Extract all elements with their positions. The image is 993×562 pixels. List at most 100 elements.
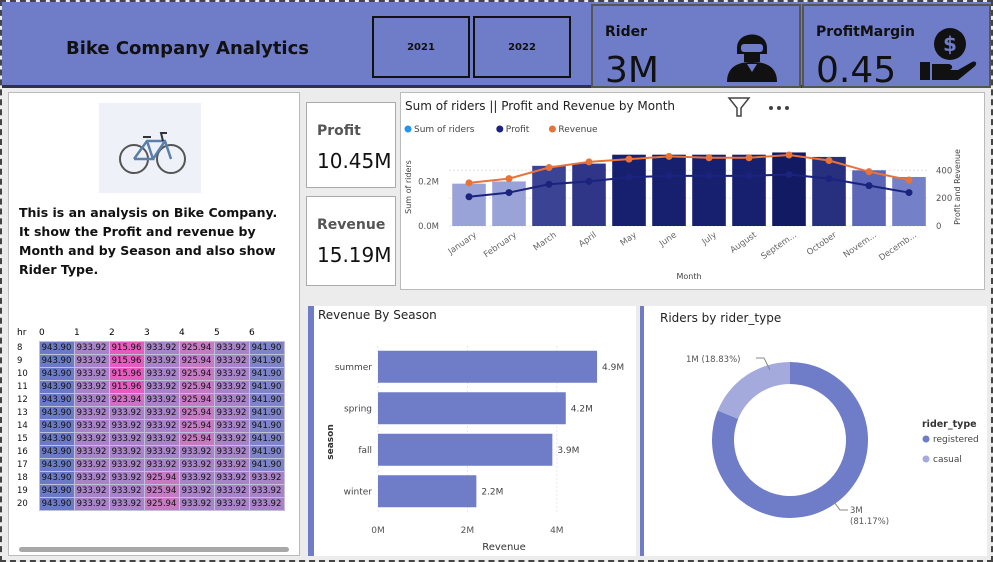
heatmap-cell: 933.92: [178, 483, 215, 498]
profit-point: [585, 177, 593, 185]
heatmap-cell: 915.96: [108, 353, 145, 368]
x-tick-label: Decemb...: [877, 230, 918, 263]
profit-label: Profit: [317, 123, 361, 139]
heatmap-cell: 933.92: [73, 496, 110, 511]
x-tick-label: August: [729, 230, 760, 256]
heatmap-cell: 941.90: [248, 353, 285, 368]
profit-point: [625, 173, 633, 181]
donut-chart-title: Riders by rider_type: [660, 311, 781, 325]
heatmap-cell: 933.92: [73, 444, 110, 459]
heatmap-row: 12 943.90 933.92 923.94 933.92 925.94 933.92 94…: [17, 392, 285, 407]
season-bar-chart: Revenue By Season season 0M 2M 4M Revenue summ…: [318, 308, 624, 553]
heatmap-cell: 933.92: [143, 431, 180, 446]
heatmap-cell: 933.92: [108, 444, 145, 459]
x-tick-label: March: [532, 230, 559, 253]
heatmap-cell: 933.92: [178, 457, 215, 472]
heatmap-cell: 933.92: [213, 470, 250, 485]
heatmap-row: 18 943.90 933.92 933.92 925.94 933.92 933.92 93…: [17, 470, 285, 485]
heatmap-cell: 933.92: [108, 496, 145, 511]
profit-point: [665, 172, 673, 180]
heatmap-cell: 933.92: [108, 405, 145, 420]
more-options-dot: [777, 106, 781, 110]
heatmap-cell: 943.90: [38, 496, 75, 511]
riders-bar: [492, 181, 526, 226]
data-label: 4.9M: [602, 363, 624, 373]
heatmap-cell: 943.90: [38, 366, 75, 381]
heatmap-cell: 943.90: [38, 379, 75, 394]
report-title: Bike Company Analytics: [66, 38, 309, 59]
heatmap-row: 10 943.90 933.92 915.96 933.92 925.94 933.92 94…: [17, 366, 285, 381]
revenue-value: 15.19M: [317, 243, 392, 267]
heatmap-col-header: 3: [144, 327, 150, 338]
profit-point: [865, 182, 873, 190]
filter-icon[interactable]: [727, 97, 751, 117]
rider-label: Rider: [605, 24, 647, 40]
svg-text:$: $: [943, 32, 957, 56]
y2-axis-title: Profit and Revenue: [953, 149, 962, 225]
rider-type-panel: Riders by rider_type 1M (18.83%) 3M (81.17%…: [640, 306, 987, 556]
heatmap-row-label: 13: [17, 406, 39, 419]
heatmap-row: 9 943.90 933.92 915.96 933.92 925.94 933.92 941…: [17, 353, 285, 368]
rider-icon: [727, 34, 777, 82]
heatmap-cell: 915.96: [108, 379, 145, 394]
riders-bar: [812, 156, 846, 226]
heatmap-row-label: 8: [17, 341, 39, 354]
profit-point: [705, 172, 713, 180]
heatmap-cell: 925.94: [178, 418, 215, 433]
heatmap-cell: 941.90: [248, 431, 285, 446]
y-tick-label: 0.2M: [418, 177, 439, 187]
profit-point: [505, 189, 513, 197]
heatmap-col-header: 5: [214, 327, 220, 338]
heatmap-cell: 933.92: [213, 353, 250, 368]
riders-bar: [692, 154, 726, 226]
revenue-point: [865, 168, 873, 176]
riders-bar: [732, 154, 766, 226]
heatmap-cell: 933.92: [248, 496, 285, 511]
category-label: spring: [344, 404, 372, 414]
legend-marker: [404, 125, 412, 133]
legend-title: rider_type: [922, 419, 977, 430]
horizontal-scrollbar[interactable]: [19, 547, 289, 552]
riders-bar: [572, 163, 606, 226]
legend-marker: [922, 435, 930, 443]
money-hand-icon: $: [920, 28, 977, 80]
heatmap-cell: 933.92: [108, 457, 145, 472]
y2-tick-label: 400: [936, 166, 952, 176]
x-tick-label: October: [805, 230, 839, 258]
registered-data-label-pct: (81.17%): [850, 517, 889, 527]
more-options-dot: [769, 106, 773, 110]
more-options-icon[interactable]: [769, 106, 789, 110]
revenue-point: [785, 151, 793, 159]
heatmap-cell: 933.92: [73, 379, 110, 394]
heatmap-row-label: 20: [17, 497, 39, 510]
season-bar: [378, 392, 566, 425]
profit-point: [785, 170, 793, 178]
year-2021-button[interactable]: 2021: [372, 16, 470, 78]
heatmap-cell: 933.92: [73, 457, 110, 472]
heatmap-row-label: 17: [17, 458, 39, 471]
heatmap-row-label: 14: [17, 419, 39, 432]
heatmap-cell: 943.90: [38, 431, 75, 446]
heatmap-cell: 933.92: [178, 470, 215, 485]
revenue-point: [545, 164, 553, 171]
data-label: 4.2M: [571, 404, 593, 414]
heatmap-cell: 933.92: [73, 366, 110, 381]
revenue-point: [465, 179, 473, 187]
heatmap-row-label: 19: [17, 484, 39, 497]
profit-margin-value: 0.45: [816, 50, 897, 91]
heatmap-cell: 933.92: [213, 405, 250, 420]
more-options-dot: [785, 106, 789, 110]
heatmap-cell: 933.92: [143, 392, 180, 407]
profit-card: Profit 10.45M: [306, 102, 396, 188]
heatmap-cell: 933.92: [178, 496, 215, 511]
year-2022-button[interactable]: 2022: [473, 16, 571, 78]
riders-bar: [892, 176, 926, 226]
heatmap-cell: 925.94: [178, 431, 215, 446]
heatmap-cell: 933.92: [213, 431, 250, 446]
heatmap-cell: 943.90: [38, 457, 75, 472]
profit-point: [545, 180, 553, 188]
riders-bar: [772, 152, 806, 226]
heatmap-row: 8 943.90 933.92 915.96 933.92 925.94 933.92 941…: [17, 340, 285, 355]
heatmap-cell: 943.90: [38, 444, 75, 459]
heatmap-cell: 933.92: [108, 418, 145, 433]
